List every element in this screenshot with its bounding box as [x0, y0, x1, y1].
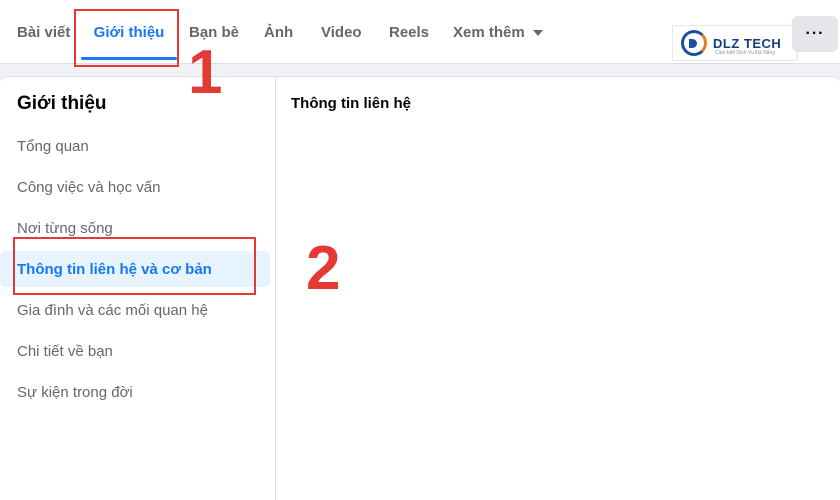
logo-subtitle: Cảm biết Dịch Vụ Đà Nẵng: [715, 50, 776, 56]
sidebar-item-label: Nơi từng sống: [17, 219, 113, 237]
annotation-number-1: 1: [188, 38, 223, 107]
sidebar-item-details-about-you[interactable]: Chi tiết về bạn: [0, 333, 270, 369]
sidebar-item-label: Tổng quan: [17, 137, 89, 155]
tab-label: Ảnh: [264, 23, 294, 41]
caret-down-icon: [532, 30, 543, 36]
annotation-box-2: [13, 237, 256, 295]
sidebar-item-work-education[interactable]: Công việc và học vấn: [0, 169, 270, 205]
tab-posts[interactable]: Bài viết: [17, 0, 70, 64]
sidebar-item-label: Sự kiện trong đời: [17, 383, 133, 401]
tab-label: Video: [321, 23, 362, 41]
tab-see-more[interactable]: Xem thêm: [453, 0, 543, 64]
contact-info-heading: Thông tin liên hệ: [291, 95, 411, 112]
annotation-box-1: [74, 9, 179, 67]
logo-icon: [681, 30, 707, 56]
tab-label: Bài viết: [17, 23, 71, 41]
logo-text: DLZ TECH: [713, 35, 782, 51]
tab-video[interactable]: Video: [321, 0, 362, 64]
sidebar-item-family-relationships[interactable]: Gia đình và các mối quan hệ: [0, 292, 270, 328]
sidebar-item-life-events[interactable]: Sự kiện trong đời: [0, 374, 270, 410]
tab-label: Reels: [389, 23, 430, 41]
tab-label: Xem thêm: [453, 23, 525, 41]
tab-reels[interactable]: Reels: [389, 0, 429, 64]
sidebar-item-label: Gia đình và các mối quan hệ: [17, 301, 208, 319]
dlz-tech-logo: DLZ TECH Cảm biết Dịch Vụ Đà Nẵng: [672, 25, 798, 61]
tab-photos[interactable]: Ảnh: [264, 0, 293, 64]
annotation-number-2: 2: [306, 234, 341, 303]
about-section-title: Giới thiệu: [17, 93, 107, 114]
ellipsis-icon: ···: [805, 25, 825, 42]
sidebar-item-label: Công việc và học vấn: [17, 178, 161, 196]
more-options-button[interactable]: ···: [792, 16, 838, 52]
sidebar-item-overview[interactable]: Tổng quan: [0, 128, 270, 164]
sidebar-item-label: Chi tiết về bạn: [17, 342, 113, 360]
